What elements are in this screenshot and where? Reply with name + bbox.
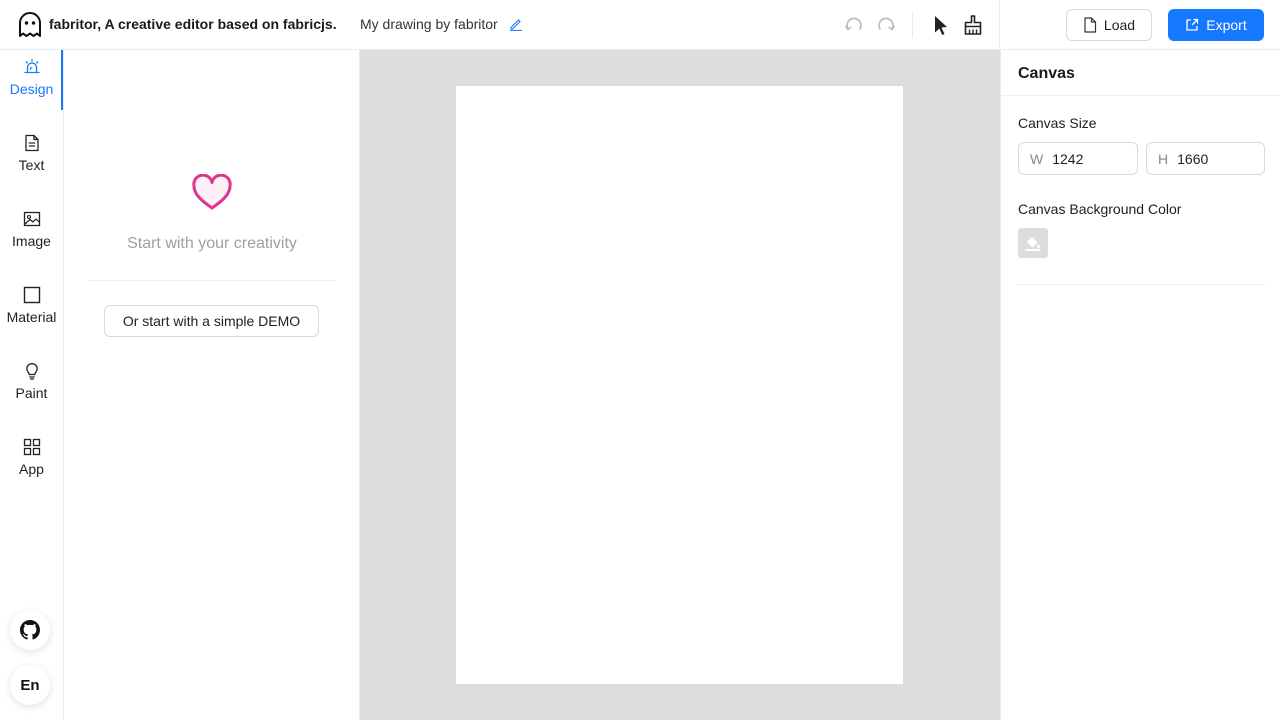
properties-title: Canvas [1018, 65, 1075, 82]
properties-panel: Canvas Canvas Size W 1242 H 1660 Canvas … [1000, 50, 1280, 720]
square-icon [23, 286, 40, 304]
header-panel-divider [999, 0, 1000, 50]
properties-divider [1018, 284, 1265, 285]
demo-button[interactable]: Or start with a simple DEMO [104, 305, 319, 337]
text-icon [24, 134, 39, 152]
export-button[interactable]: Export [1168, 9, 1264, 41]
workspace-area[interactable] [360, 50, 1000, 720]
drawing-canvas[interactable] [456, 86, 903, 684]
export-icon [1186, 18, 1199, 31]
nav-item-paint[interactable]: Paint [0, 354, 63, 414]
undo-icon[interactable] [843, 14, 865, 36]
cursor-select-icon[interactable] [930, 14, 952, 36]
paint-bucket-icon [1025, 237, 1041, 251]
nav-active-indicator [61, 50, 63, 110]
nav-item-image[interactable]: Image [0, 202, 63, 262]
bulb-icon [25, 363, 38, 380]
nav-label-image: Image [12, 233, 51, 249]
github-button[interactable] [10, 610, 50, 650]
nav-label-design: Design [9, 81, 54, 97]
nav-label-app: App [19, 461, 44, 477]
load-button-label: Load [1103, 17, 1136, 33]
nav-item-text[interactable]: Text [0, 126, 63, 186]
canvas-height-input[interactable]: H 1660 [1146, 142, 1265, 175]
width-value: 1242 [1052, 150, 1084, 167]
nav-item-design[interactable]: Design [0, 50, 63, 110]
export-button-label: Export [1206, 17, 1247, 33]
load-button[interactable]: Load [1066, 9, 1152, 41]
nav-item-app[interactable]: App [0, 430, 63, 490]
edit-title-icon[interactable] [509, 17, 523, 31]
width-prefix: W [1030, 150, 1044, 167]
height-prefix: H [1158, 150, 1169, 167]
nav-item-material[interactable]: Material [0, 278, 63, 338]
app-title: fabritor, A creative editor based on fab… [49, 16, 337, 32]
file-icon [1084, 17, 1097, 33]
document-title[interactable]: My drawing by fabritor [360, 16, 498, 32]
left-nav: Design Text Image Material Paint App En [0, 50, 64, 720]
image-icon [23, 211, 40, 227]
height-value: 1660 [1177, 150, 1209, 167]
canvas-bg-label: Canvas Background Color [1018, 201, 1182, 217]
canvas-width-input[interactable]: W 1242 [1018, 142, 1138, 175]
redo-icon[interactable] [875, 14, 897, 36]
app-grid-icon [23, 438, 40, 456]
nav-label-material: Material [6, 309, 57, 325]
canvas-bg-color-picker[interactable] [1018, 228, 1048, 258]
properties-title-divider [1001, 95, 1280, 96]
ghost-logo-icon [19, 12, 41, 37]
github-icon [20, 620, 40, 640]
design-icon [23, 58, 40, 74]
canvas-size-label: Canvas Size [1018, 115, 1097, 131]
nav-label-text: Text [18, 157, 45, 173]
panel-divider [88, 280, 336, 281]
design-panel: Start with your creativity Or start with… [64, 50, 360, 720]
creativity-tagline: Start with your creativity [127, 235, 297, 252]
nav-label-paint: Paint [15, 385, 48, 401]
language-button[interactable]: En [10, 665, 50, 705]
clear-brush-icon[interactable] [962, 14, 984, 36]
top-header: fabritor, A creative editor based on fab… [0, 0, 1280, 50]
toolbar-divider [912, 12, 913, 38]
heart-icon [192, 174, 232, 210]
